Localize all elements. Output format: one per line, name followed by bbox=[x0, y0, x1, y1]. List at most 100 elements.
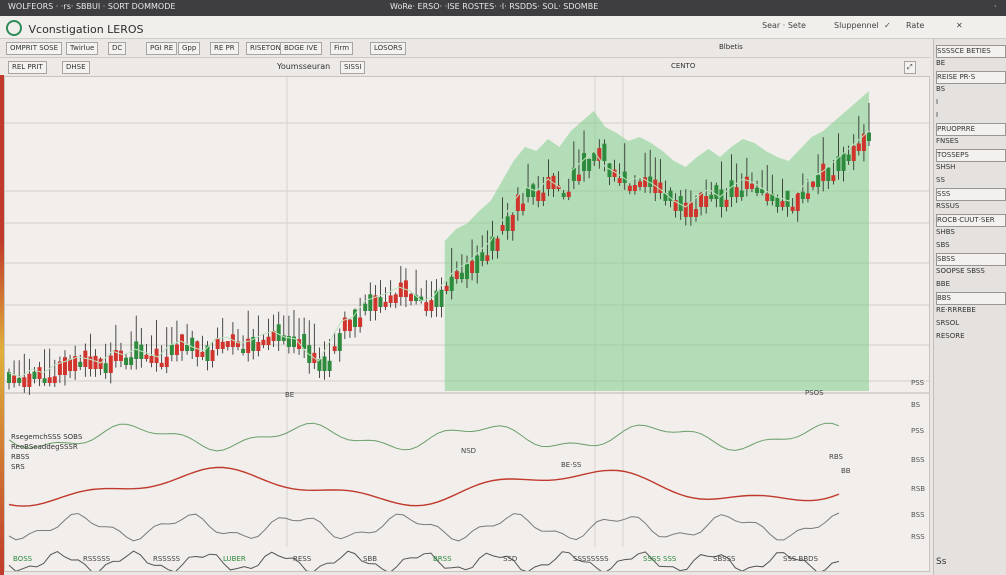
app-brand: Vconstigation LEROS bbox=[6, 20, 144, 36]
expand-icon[interactable]: ⤢ bbox=[904, 61, 916, 74]
candle-body bbox=[124, 357, 129, 365]
candle-body bbox=[780, 201, 785, 207]
toolbar-button-2[interactable]: Twirlue bbox=[66, 42, 99, 55]
subbar-button-1[interactable]: REL PRIT bbox=[8, 61, 47, 74]
candle-body bbox=[734, 187, 739, 197]
chart-mid-label: BE·SS bbox=[561, 461, 582, 469]
toolbar-button-4[interactable]: PGI RE bbox=[146, 42, 178, 55]
indicator-legend-item: ReeBSeaddegSSSR bbox=[11, 443, 78, 451]
close-icon[interactable]: ✕ bbox=[956, 21, 963, 30]
candle-body bbox=[587, 159, 592, 171]
price-axis-label: BSS bbox=[911, 511, 925, 519]
candle-body bbox=[449, 276, 454, 291]
right-panel-item-3[interactable]: REISE PR·S bbox=[936, 71, 1006, 84]
check-icon[interactable]: ✓ bbox=[884, 21, 891, 30]
toolbar-button-9[interactable]: Firm bbox=[330, 42, 354, 55]
bottom-axis-label: SBB bbox=[363, 555, 377, 563]
chart-symbol-badge[interactable]: SISSI bbox=[340, 61, 366, 74]
right-panel-item-14[interactable]: ROCB·CUUT·SER bbox=[936, 214, 1006, 227]
price-axis-label: PSS bbox=[911, 427, 925, 435]
toolbar-button-5[interactable]: Gpp bbox=[178, 42, 201, 55]
candle-body bbox=[688, 202, 693, 217]
candle-body bbox=[378, 297, 383, 307]
menu-bar: Vconstigation LEROS Sear · Sete Sluppenn… bbox=[0, 16, 1006, 39]
candle-body bbox=[409, 293, 414, 301]
menu-item-search[interactable]: Sear · Sete bbox=[762, 21, 806, 30]
indicator-legend-item: RsegemchSSS SOBS bbox=[11, 433, 83, 441]
right-panel-item-12[interactable]: SSS bbox=[936, 188, 1006, 201]
toolbar-button-8[interactable]: BDGE IVE bbox=[280, 42, 322, 55]
candle-body bbox=[337, 333, 342, 351]
candle-body bbox=[739, 190, 744, 197]
right-panel-item-15: SHBS bbox=[936, 228, 955, 236]
candle-body bbox=[52, 376, 57, 383]
right-panel-item-9[interactable]: TOSSEPS bbox=[936, 149, 1006, 162]
bottom-axis-label: BOSS bbox=[13, 555, 33, 563]
candle-body bbox=[261, 339, 266, 345]
right-panel-item-1[interactable]: SSSSCE BETIES bbox=[936, 45, 1006, 58]
bottom-axis-label: RESS bbox=[293, 555, 312, 563]
chart-area[interactable]: PSS BS PSS BSS RSB BSS RSS RsegemchSSS SOBS ReeB… bbox=[4, 76, 930, 574]
right-panel-item-22: SRSOL bbox=[936, 319, 960, 327]
candle-body bbox=[775, 197, 780, 207]
candle-body bbox=[749, 183, 754, 189]
candle-body bbox=[174, 344, 179, 355]
candle-body bbox=[831, 175, 836, 181]
bottom-axis-label: SBSSS bbox=[713, 555, 736, 563]
candle-body bbox=[37, 367, 42, 379]
right-panel-item-19: BBE bbox=[936, 280, 951, 288]
candle-body bbox=[704, 196, 709, 207]
candle-body bbox=[68, 359, 73, 371]
menu-item-rate[interactable]: Rate bbox=[906, 21, 924, 30]
candle-body bbox=[27, 373, 32, 387]
candle-body bbox=[510, 214, 515, 231]
candle-body bbox=[129, 357, 134, 365]
candle-body bbox=[93, 355, 98, 369]
right-panel-item-10: SHSH bbox=[936, 163, 956, 171]
candle-body bbox=[459, 272, 464, 279]
price-axis-label: RSS bbox=[911, 533, 925, 541]
right-panel-item-17[interactable]: SBSS bbox=[936, 253, 1006, 266]
candle-body bbox=[210, 350, 215, 361]
candle-body bbox=[32, 371, 37, 379]
toolbar-button-6[interactable]: RE PR bbox=[210, 42, 239, 55]
right-panel-item-20[interactable]: BBS bbox=[936, 292, 1006, 305]
bottom-axis-label: RSSSSS bbox=[153, 555, 181, 563]
subbar-button-2[interactable]: DHSE bbox=[62, 61, 90, 74]
right-panel-item-7[interactable]: PRUOPRRE bbox=[936, 123, 1006, 136]
bottom-axis-label: SSSS SSS bbox=[643, 555, 677, 563]
price-chart-svg[interactable]: PSS BS PSS BSS RSB BSS RSS RsegemchSSS SOBS ReeB… bbox=[5, 77, 929, 574]
candle-body bbox=[826, 167, 831, 181]
candle-body bbox=[190, 337, 195, 351]
candle-body bbox=[658, 182, 663, 193]
right-panel-logo: Ss bbox=[936, 557, 947, 567]
candle-body bbox=[617, 178, 622, 183]
candle-body bbox=[454, 271, 459, 279]
candle-body bbox=[790, 206, 795, 211]
candle-body bbox=[302, 333, 307, 349]
candle-body bbox=[765, 193, 770, 201]
toolbar-button-10[interactable]: LOSORS bbox=[370, 42, 407, 55]
candle-body bbox=[62, 357, 67, 375]
candle-body bbox=[846, 154, 851, 161]
candle-body bbox=[200, 351, 205, 357]
bottom-axis-label: BRSS bbox=[433, 555, 452, 563]
app-name: Vconstigation LEROS bbox=[28, 23, 144, 36]
candle-body bbox=[480, 252, 485, 261]
chart-mid-label: BB bbox=[841, 467, 851, 475]
candle-body bbox=[816, 175, 821, 187]
toolbar-button-3[interactable]: DC bbox=[108, 42, 127, 55]
candle-body bbox=[602, 143, 607, 161]
candle-body bbox=[724, 199, 729, 207]
menu-item-supplement[interactable]: Sluppennel bbox=[834, 21, 879, 30]
chart-mid-label: PSOS bbox=[805, 389, 824, 397]
chart-mid-label: RBS bbox=[829, 453, 844, 461]
candle-body bbox=[47, 377, 52, 383]
right-panel-item-16: SBS bbox=[936, 241, 950, 249]
candle-body bbox=[144, 354, 149, 359]
candle-body bbox=[388, 295, 393, 303]
candle-body bbox=[108, 355, 113, 373]
candle-body bbox=[632, 184, 637, 191]
toolbar-button-7[interactable]: RISETON bbox=[246, 42, 285, 55]
toolbar-button-1[interactable]: OMPRIT SOSE bbox=[6, 42, 63, 55]
